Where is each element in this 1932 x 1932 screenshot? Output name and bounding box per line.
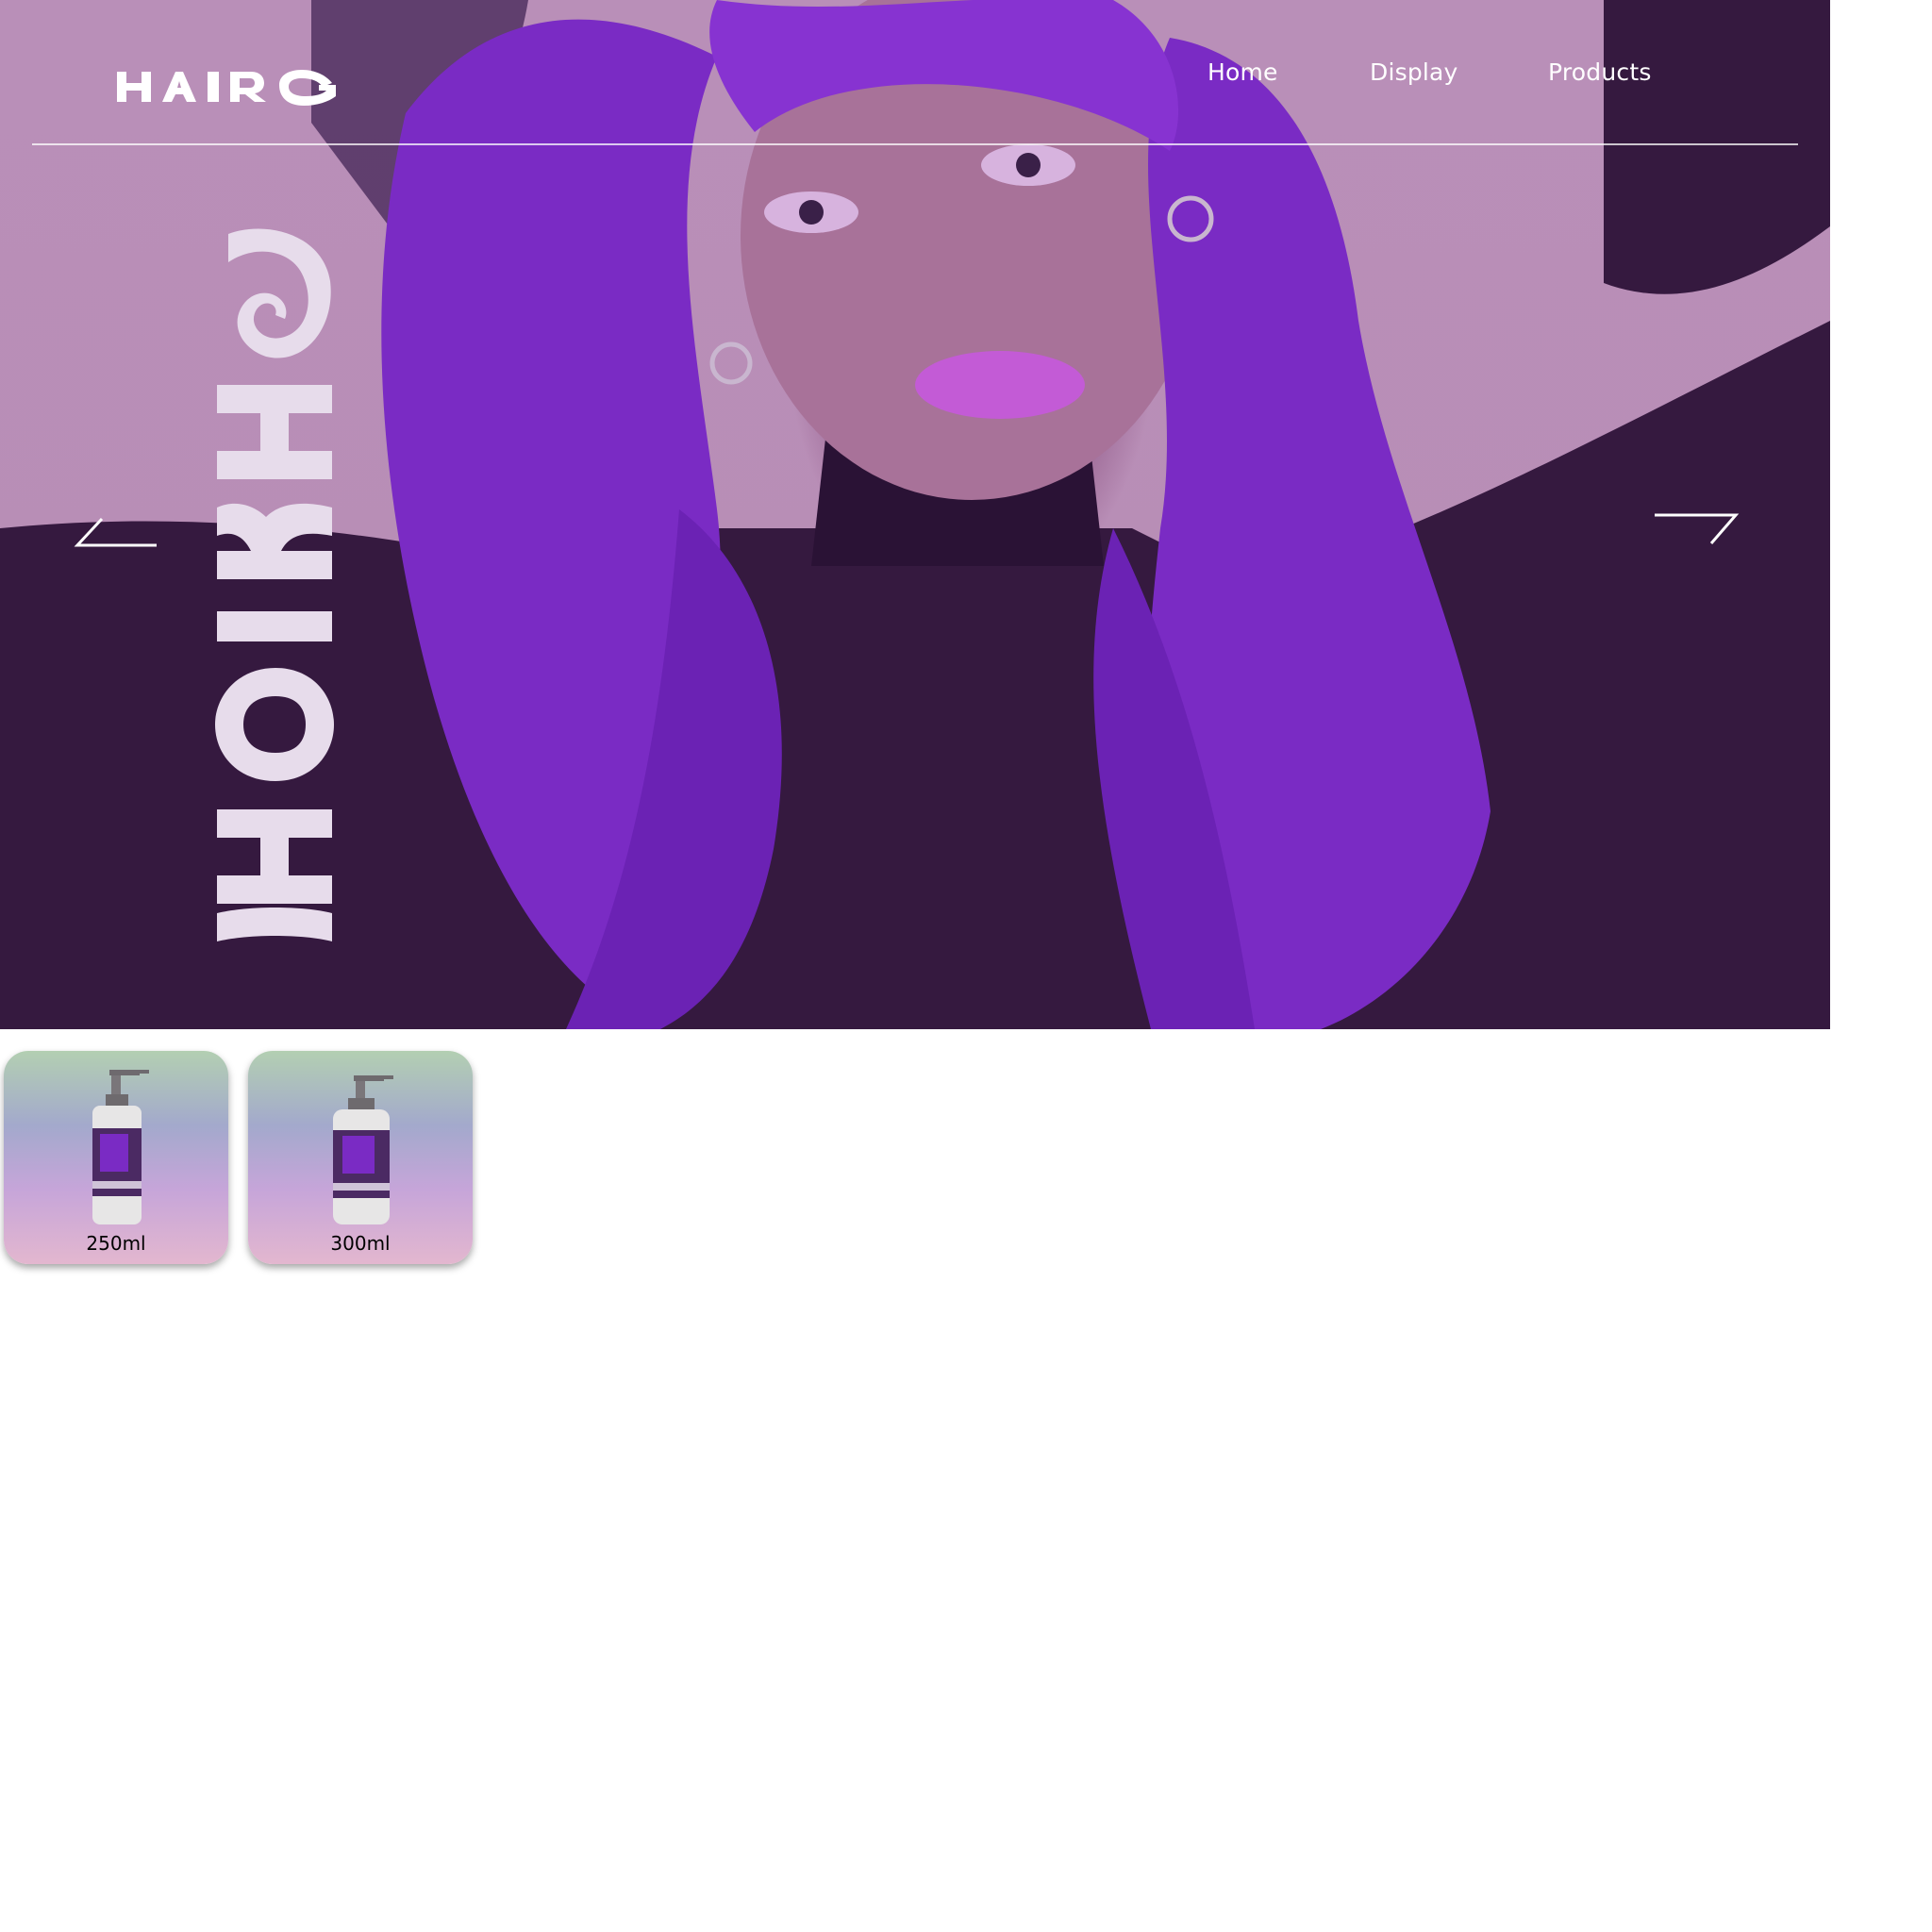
vertical-brand-title [209, 225, 340, 951]
pump-bottle-icon [92, 1070, 149, 1224]
carousel-prev-button[interactable] [74, 515, 160, 555]
nav-home[interactable]: Home [1208, 58, 1278, 96]
nav-products[interactable]: Products [1548, 58, 1652, 96]
pump-bottle-icon [333, 1075, 393, 1224]
product-card-300ml[interactable]: 300ml [248, 1051, 473, 1264]
product-card-250ml[interactable]: 250ml [4, 1051, 228, 1264]
nav-display[interactable]: Display [1370, 58, 1458, 96]
logo-icon [117, 70, 336, 106]
hero-banner: Home Display Products [0, 0, 1830, 1029]
arrow-right-icon [1655, 513, 1740, 544]
brand-logo[interactable] [113, 66, 340, 108]
product-size-label: 300ml [330, 1232, 391, 1255]
carousel-next-button[interactable] [1653, 509, 1740, 549]
product-size-label: 250ml [86, 1232, 146, 1255]
header-divider [32, 143, 1798, 145]
arrow-left-icon [74, 517, 157, 547]
vertical-logo-icon [215, 228, 334, 941]
